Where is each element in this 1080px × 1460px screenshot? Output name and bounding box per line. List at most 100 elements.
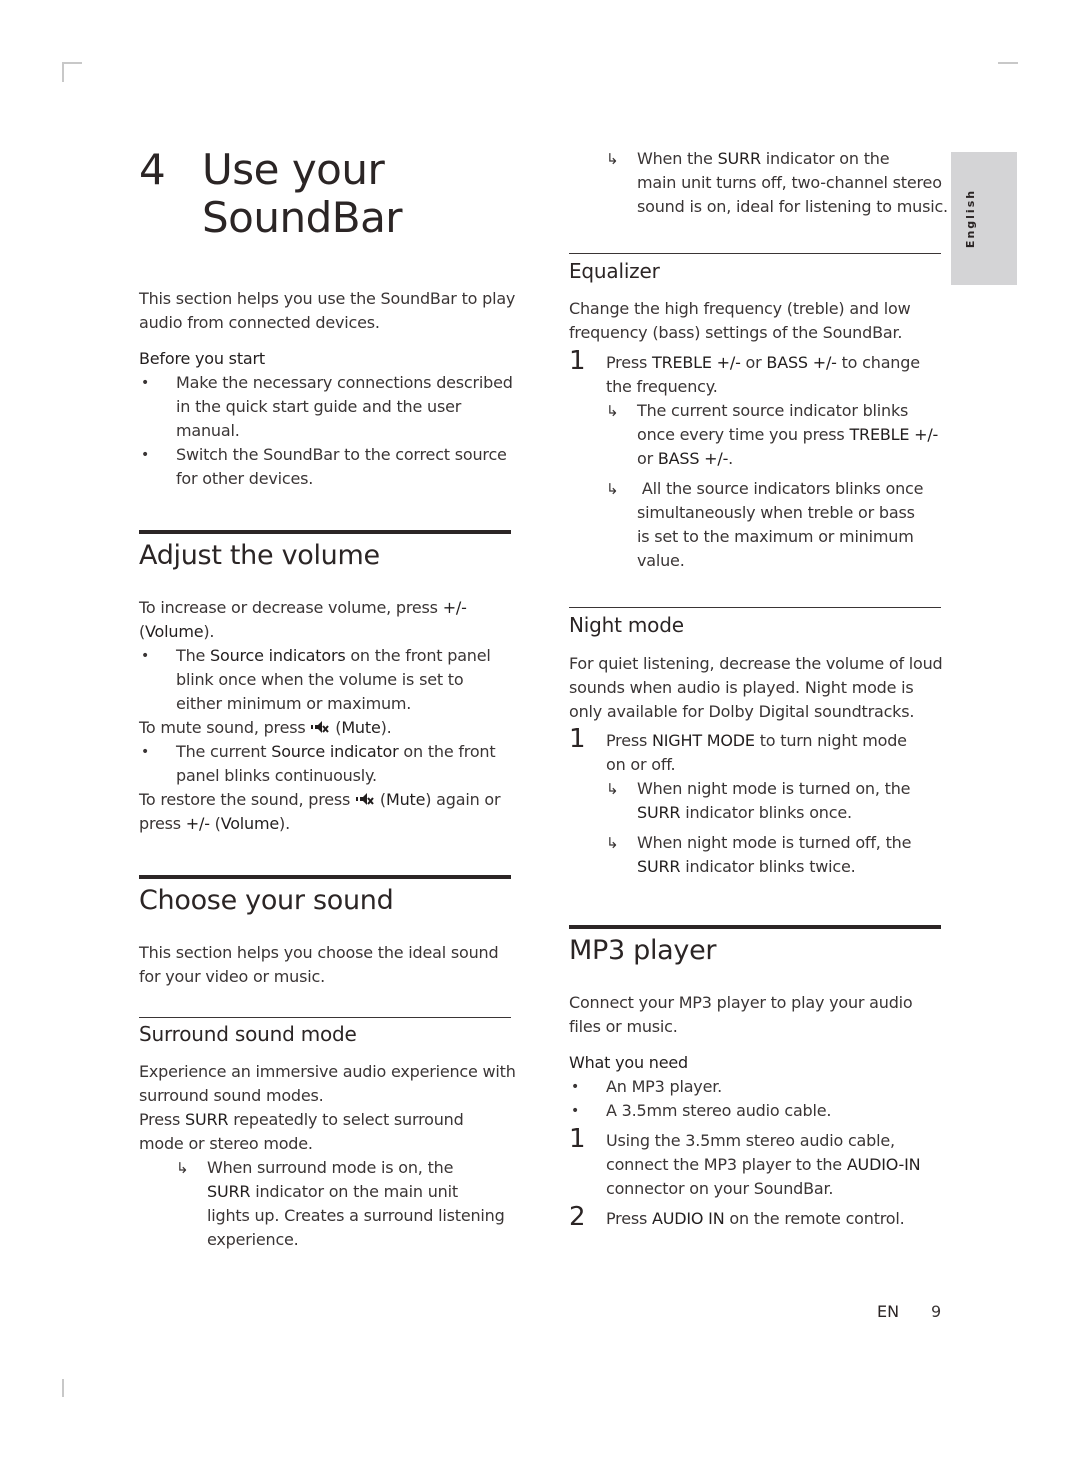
step-number: 1 bbox=[569, 1124, 586, 1154]
result-arrow-icon: ↳ bbox=[606, 402, 619, 420]
equalizer-result2-line3: is set to the maximum or minimum bbox=[637, 527, 914, 546]
text: To restore the sound, press bbox=[139, 790, 356, 809]
key-label: SURR bbox=[185, 1110, 229, 1129]
volume-para1-line1: To increase or decrease volume, press +/… bbox=[139, 596, 467, 620]
text: to change bbox=[836, 353, 920, 372]
result-arrow-icon: ↳ bbox=[176, 1159, 189, 1177]
choose-intro-line2: for your video or music. bbox=[139, 967, 325, 986]
mute-icon bbox=[356, 793, 374, 805]
mp3-heading: MP3 player bbox=[569, 935, 717, 966]
mp3-intro-line2: files or music. bbox=[569, 1017, 678, 1036]
volume-bullet1-line2: blink once when the volume is set to bbox=[176, 670, 464, 689]
surround-result1-line1: When surround mode is on, the bbox=[207, 1158, 454, 1177]
chapter-number: 4 bbox=[139, 145, 166, 194]
before-bullet2-line2: for other devices. bbox=[176, 469, 314, 488]
mp3-step1-line2: connect the MP3 player to the AUDIO-IN bbox=[606, 1153, 921, 1177]
text: To mute sound, press bbox=[139, 718, 311, 737]
chapter-title-line2: SoundBar bbox=[202, 193, 403, 242]
equalizer-heading: Equalizer bbox=[569, 259, 660, 283]
text: ). bbox=[380, 718, 392, 737]
text: indicator blinks once. bbox=[680, 803, 852, 822]
surround-p2-line2: mode or stereo mode. bbox=[139, 1134, 313, 1153]
text: repeatedly to select surround bbox=[228, 1110, 464, 1129]
mp3-intro-line1: Connect your MP3 player to play your aud… bbox=[569, 993, 913, 1012]
language-label: English bbox=[951, 152, 991, 285]
section-divider bbox=[569, 925, 941, 929]
equalizer-result1-line1: The current source indicator blinks bbox=[637, 401, 909, 420]
subsection-divider bbox=[569, 253, 941, 254]
text: on the front panel bbox=[345, 646, 491, 665]
before-bullet1-line3: manual. bbox=[176, 421, 240, 440]
key-label: Source indicators bbox=[210, 646, 346, 665]
bullet-icon: • bbox=[571, 1079, 580, 1095]
step-number: 1 bbox=[569, 724, 586, 754]
step-number: 2 bbox=[569, 1202, 586, 1232]
mp3-step1-line3: connector on your SoundBar. bbox=[606, 1179, 834, 1198]
key-label: Mute bbox=[385, 790, 426, 809]
crop-mark-top-right-h bbox=[998, 62, 1018, 64]
night-mode-heading: Night mode bbox=[569, 613, 684, 637]
text: to turn night mode bbox=[754, 731, 907, 750]
equalizer-intro-line2: frequency (bass) settings of the SoundBa… bbox=[569, 323, 903, 342]
text: ). bbox=[203, 622, 215, 641]
text: connect the MP3 player to the bbox=[606, 1155, 847, 1174]
volume-bullet1-line1: The Source indicators on the front panel bbox=[176, 644, 491, 668]
surround-p1-line1: Experience an immersive audio experience… bbox=[139, 1062, 516, 1081]
surround-p1-line2: surround sound modes. bbox=[139, 1086, 324, 1105]
text: Press bbox=[139, 1110, 185, 1129]
night-result2-line1: When night mode is turned off, the bbox=[637, 833, 912, 852]
surround-result2-line2: main unit turns off, two-channel stereo bbox=[637, 173, 942, 192]
text: on the front bbox=[398, 742, 496, 761]
before-you-start-label: Before you start bbox=[139, 349, 265, 368]
mp3-step1-line1: Using the 3.5mm stereo audio cable, bbox=[606, 1131, 895, 1150]
surround-p2-line1: Press SURR repeatedly to select surround bbox=[139, 1108, 464, 1132]
bullet-icon: • bbox=[571, 1103, 580, 1119]
night-intro-line1: For quiet listening, decrease the volume… bbox=[569, 654, 943, 673]
key-label: Source indicator bbox=[271, 742, 399, 761]
text: indicator on the main unit bbox=[250, 1182, 458, 1201]
text: ) again or bbox=[425, 790, 501, 809]
surround-result1-line2: SURR indicator on the main unit bbox=[207, 1180, 458, 1204]
equalizer-result1-line2: once every time you press TREBLE +/- bbox=[637, 423, 938, 447]
text: indicator blinks twice. bbox=[680, 857, 856, 876]
chapter-intro-line2: audio from connected devices. bbox=[139, 313, 380, 332]
surround-heading: Surround sound mode bbox=[139, 1022, 357, 1046]
night-result2-line2: SURR indicator blinks twice. bbox=[637, 855, 856, 879]
text: . bbox=[728, 449, 734, 468]
key-label: NIGHT MODE bbox=[652, 731, 755, 750]
key-label: SURR bbox=[717, 149, 762, 168]
volume-para1-line2: (Volume). bbox=[139, 620, 214, 644]
text: Press bbox=[606, 353, 652, 372]
key-label: TREBLE +/- bbox=[849, 425, 939, 444]
text: ( bbox=[375, 790, 386, 809]
equalizer-result2-line2: simultaneously when treble or bass bbox=[637, 503, 915, 522]
need-bullet1: An MP3 player. bbox=[606, 1077, 723, 1096]
equalizer-intro-line1: Change the high frequency (treble) and l… bbox=[569, 299, 911, 318]
volume-bullet2-line2: panel blinks continuously. bbox=[176, 766, 377, 785]
key-label: SURR bbox=[637, 803, 681, 822]
mute-icon bbox=[311, 721, 330, 733]
night-result1-line2: SURR indicator blinks once. bbox=[637, 801, 852, 825]
bullet-icon: • bbox=[141, 447, 150, 463]
key-label: Mute bbox=[341, 718, 381, 737]
key-label: TREBLE +/- bbox=[652, 353, 741, 372]
adjust-volume-heading: Adjust the volume bbox=[139, 540, 380, 571]
equalizer-step1-line1: Press TREBLE +/- or BASS +/- to change bbox=[606, 351, 920, 375]
text: on the remote control. bbox=[724, 1209, 905, 1228]
key-label: BASS +/- bbox=[657, 449, 729, 468]
need-bullet2: A 3.5mm stereo audio cable. bbox=[606, 1101, 832, 1120]
mp3-step2-line1: Press AUDIO IN on the remote control. bbox=[606, 1207, 905, 1231]
choose-intro-line1: This section helps you choose the ideal … bbox=[139, 943, 499, 962]
text: To increase or decrease volume, press bbox=[139, 598, 443, 617]
night-result1-line1: When night mode is turned on, the bbox=[637, 779, 911, 798]
surround-result2-line1: When the SURR indicator on the bbox=[637, 147, 890, 171]
before-bullet1-line1: Make the necessary connections described bbox=[176, 373, 513, 392]
crop-mark-top-left-h bbox=[62, 62, 82, 64]
footer-lang-code: EN bbox=[877, 1302, 900, 1321]
volume-bullet2-line1: The current Source indicator on the fron… bbox=[176, 740, 496, 764]
what-you-need-label: What you need bbox=[569, 1053, 688, 1072]
before-bullet1-line2: in the quick start guide and the user bbox=[176, 397, 462, 416]
bullet-icon: • bbox=[141, 375, 150, 391]
volume-bullet1-line3: either minimum or maximum. bbox=[176, 694, 412, 713]
text: Press bbox=[606, 731, 652, 750]
